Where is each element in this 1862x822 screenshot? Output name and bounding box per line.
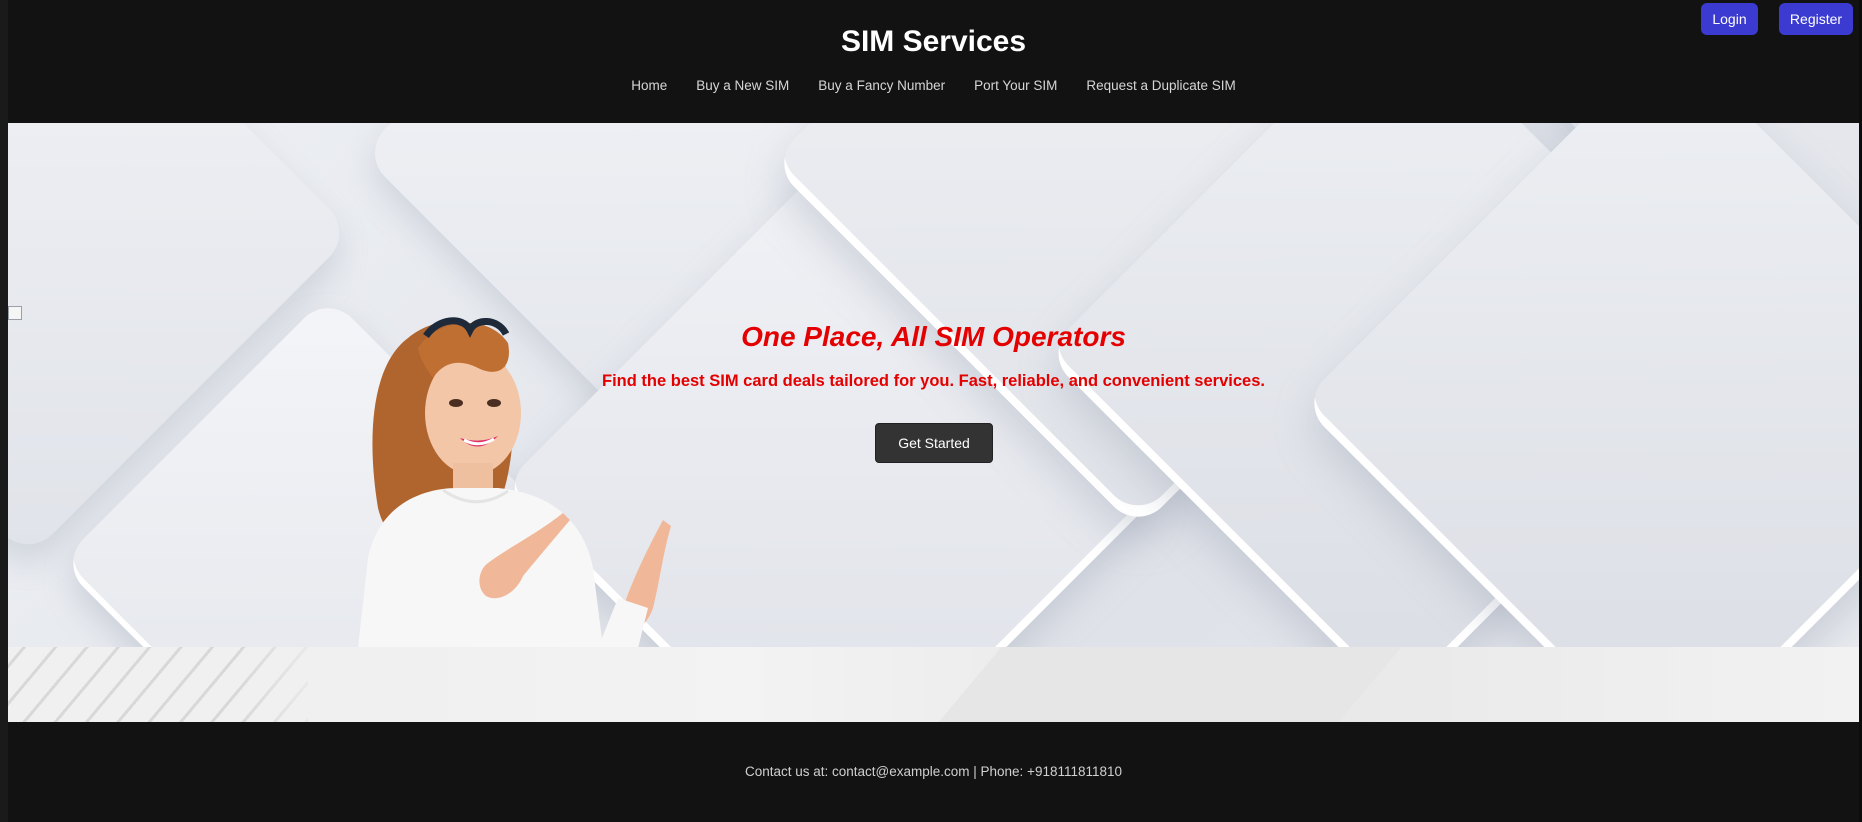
- band-angle-shape: [900, 647, 1436, 722]
- hero-headline: One Place, All SIM Operators: [741, 321, 1126, 352]
- main-nav: Home Buy a New SIM Buy a Fancy Number Po…: [8, 78, 1859, 93]
- site-title: SIM Services: [840, 25, 1027, 58]
- broken-image-icon: [8, 306, 22, 320]
- site-header: SIM Services Home Buy a New SIM Buy a Fa…: [8, 0, 1859, 123]
- register-button[interactable]: Register: [1779, 3, 1853, 35]
- login-button[interactable]: Login: [1701, 3, 1758, 35]
- auth-buttons: Login Register: [1701, 3, 1853, 35]
- nav-home[interactable]: Home: [631, 78, 667, 93]
- nav-buy-fancy-number[interactable]: Buy a Fancy Number: [818, 78, 945, 93]
- site-footer: Contact us at: contact@example.com | Pho…: [8, 722, 1859, 822]
- nav-buy-new-sim[interactable]: Buy a New SIM: [696, 78, 789, 93]
- page: SIM Services Home Buy a New SIM Buy a Fa…: [0, 0, 1862, 822]
- hero-subheadline: Find the best SIM card deals tailored fo…: [602, 372, 1265, 390]
- nav-request-duplicate-sim[interactable]: Request a Duplicate SIM: [1086, 78, 1235, 93]
- decorative-band: [8, 647, 1859, 722]
- get-started-button[interactable]: Get Started: [875, 423, 993, 463]
- left-edge-strip: [0, 0, 8, 822]
- hero-banner: One Place, All SIM Operators Find the be…: [8, 123, 1859, 647]
- stripes-fade: [238, 647, 338, 722]
- footer-contact: Contact us at: contact@example.com | Pho…: [744, 764, 1123, 779]
- nav-port-your-sim[interactable]: Port Your SIM: [974, 78, 1057, 93]
- woman-pointing-illustration: [358, 317, 671, 647]
